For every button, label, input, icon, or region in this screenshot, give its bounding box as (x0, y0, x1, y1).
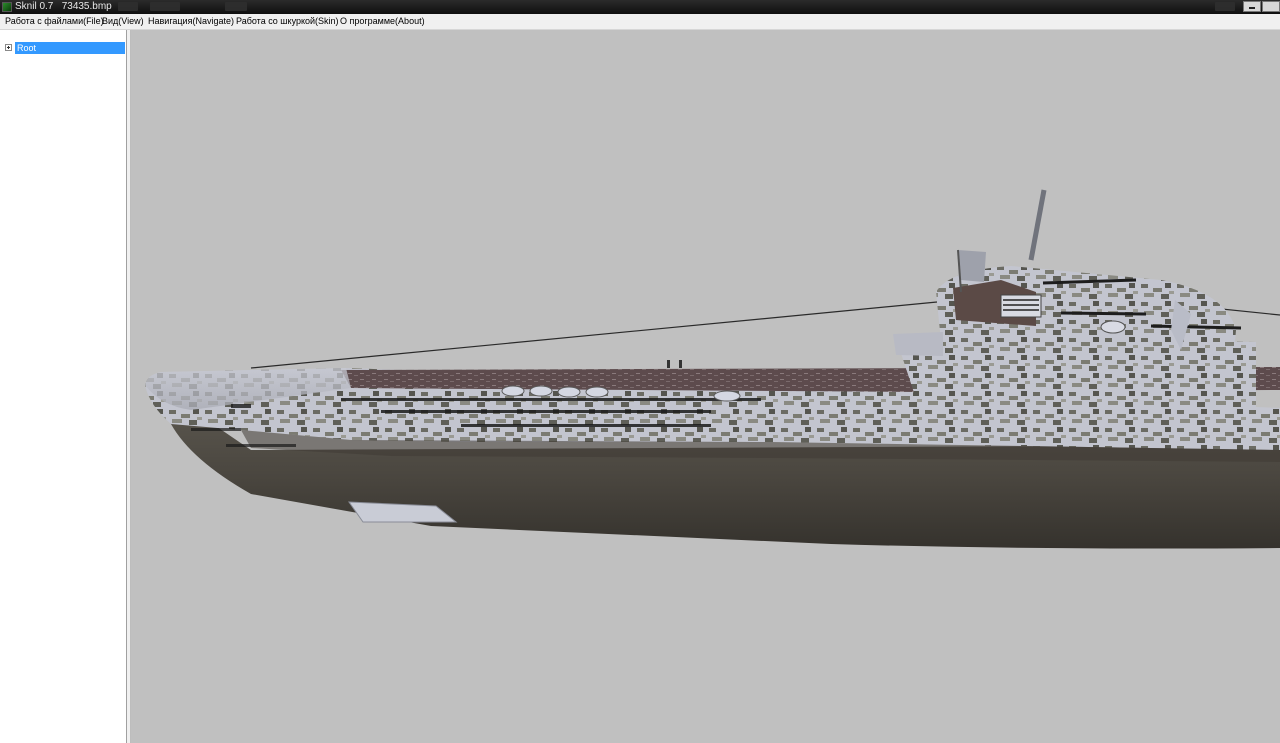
plus-box-icon[interactable] (5, 44, 12, 51)
background-window-strip (150, 2, 180, 11)
menu-bar: Работа с файлами(File) Вид(View) Навигац… (0, 14, 1280, 30)
3d-viewport[interactable] (131, 30, 1280, 743)
menu-about[interactable]: О программе(About) (340, 14, 425, 29)
tree-node-label[interactable]: Root (15, 42, 125, 54)
title-bar[interactable]: Sknil 0.7 73435.bmp (0, 0, 1280, 14)
menu-skin[interactable]: Работа со шкуркой(Skin) (236, 14, 339, 29)
background-window-strip (118, 2, 138, 11)
menu-file[interactable]: Работа с файлами(File) (5, 14, 104, 29)
menu-view[interactable]: Вид(View) (102, 14, 144, 29)
background-window-strip (1215, 2, 1235, 11)
window-title: Sknil 0.7 73435.bmp (15, 1, 112, 12)
menu-navigate[interactable]: Навигация(Navigate) (148, 14, 234, 29)
minimize-button[interactable] (1243, 1, 1261, 12)
tree-panel[interactable]: Root (0, 30, 127, 743)
submarine-render (145, 189, 1280, 549)
background-window-strip (225, 2, 247, 11)
window-controls (1242, 0, 1280, 14)
maximize-button[interactable] (1262, 1, 1280, 12)
tree-node-root[interactable]: Root (4, 42, 125, 54)
app-logo-icon (2, 2, 12, 12)
